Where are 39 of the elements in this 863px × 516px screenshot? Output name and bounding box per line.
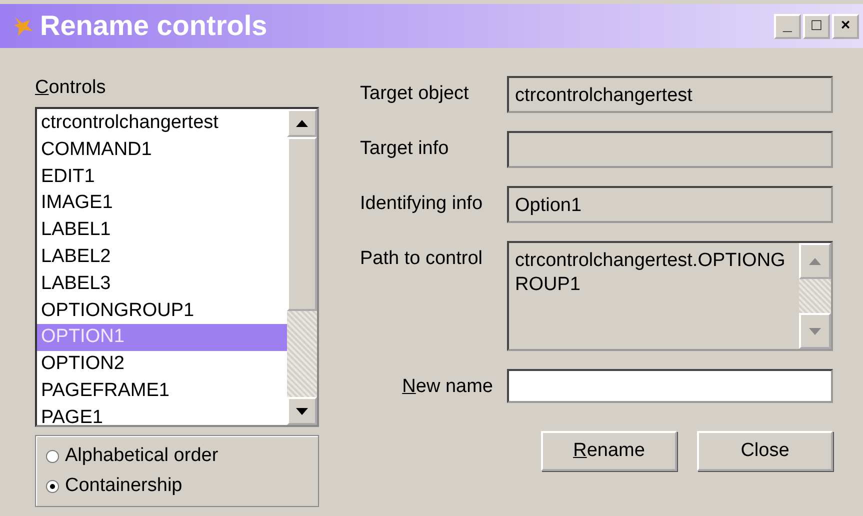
field-label: Path to control	[360, 247, 484, 271]
radio-label: Alphabetical order	[65, 444, 218, 468]
list-item[interactable]: LABEL2	[37, 244, 287, 271]
scroll-up-button[interactable]	[287, 109, 317, 137]
readonly-field[interactable]: Option1	[507, 186, 833, 223]
radio-label: Containership	[65, 474, 182, 498]
list-item[interactable]: ctrcontrolchangertest	[37, 110, 287, 137]
list-item[interactable]: PAGE1	[37, 404, 287, 425]
radio-button[interactable]	[46, 480, 59, 492]
field-label: Target object	[360, 82, 470, 106]
field-label: Target info	[360, 137, 450, 161]
readonly-field[interactable]	[507, 131, 833, 168]
controls-label: Controls	[35, 77, 107, 99]
list-item[interactable]: LABEL3	[37, 270, 287, 298]
list-item[interactable]: PAGEFRAME1	[37, 378, 287, 405]
list-item[interactable]: COMMAND1	[37, 136, 287, 164]
list-item[interactable]: LABEL1	[37, 217, 287, 244]
list-item[interactable]: OPTIONGROUP1	[37, 298, 287, 324]
maximize-button[interactable]: □	[803, 14, 830, 38]
controls-list[interactable]: ctrcontrolchangertest COMMAND1 EDIT1 IMAGE1 LABEL1 LABEL2 LABEL3 OPTIONGROUP1 OPTION1 OPTION2 PAGEFRAME1 PAGE1	[35, 107, 319, 427]
input-field[interactable]	[507, 369, 833, 403]
window-title: Rename controls	[40, 9, 268, 43]
list-item[interactable]: IMAGE1	[37, 190, 287, 218]
radio-button[interactable]	[46, 450, 59, 462]
up-arrow-icon	[296, 120, 308, 126]
close-button[interactable]: Close	[697, 431, 833, 471]
list-item[interactable]: EDIT1	[37, 164, 287, 190]
down-arrow-icon	[809, 328, 821, 334]
scroll-down-button[interactable]	[287, 397, 317, 425]
scroll-thumb[interactable]	[287, 137, 317, 311]
minimize-button[interactable]: _	[774, 14, 801, 38]
up-arrow-icon	[809, 258, 821, 264]
close-button[interactable]: ×	[832, 14, 859, 38]
list-item[interactable]: OPTION2	[37, 351, 287, 378]
field-label: Identifying info	[360, 192, 484, 216]
field-label: New name	[401, 375, 494, 399]
down-arrow-icon	[296, 408, 308, 414]
rename-button[interactable]: Rename	[541, 431, 677, 471]
readonly-field[interactable]: ctrcontrolchangertest	[507, 76, 833, 113]
